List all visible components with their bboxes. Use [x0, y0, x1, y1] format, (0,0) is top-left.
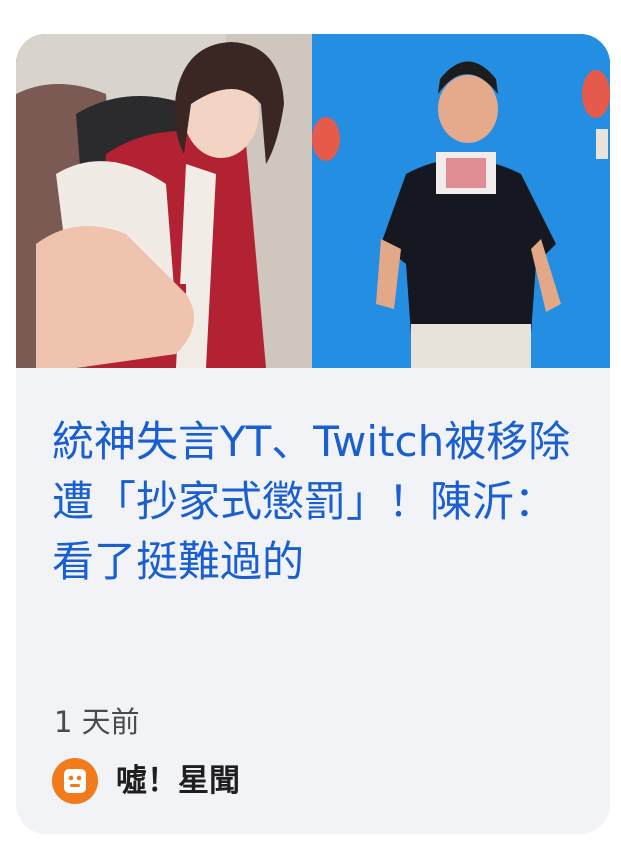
article-hero-image[interactable] — [16, 34, 610, 368]
article-source[interactable]: 噓！星聞 — [52, 756, 240, 806]
article-headline[interactable]: 統神失言YT、Twitch被移除遭「抄家式懲罰」！陳沂：看了挺難過的 — [52, 412, 592, 592]
source-name: 噓！星聞 — [116, 763, 240, 799]
article-timestamp: 1 天前 — [54, 705, 140, 739]
news-card[interactable]: 統神失言YT、Twitch被移除遭「抄家式懲罰」！陳沂：看了挺難過的 1 天前 … — [16, 34, 610, 834]
source-logo-icon — [52, 758, 98, 804]
